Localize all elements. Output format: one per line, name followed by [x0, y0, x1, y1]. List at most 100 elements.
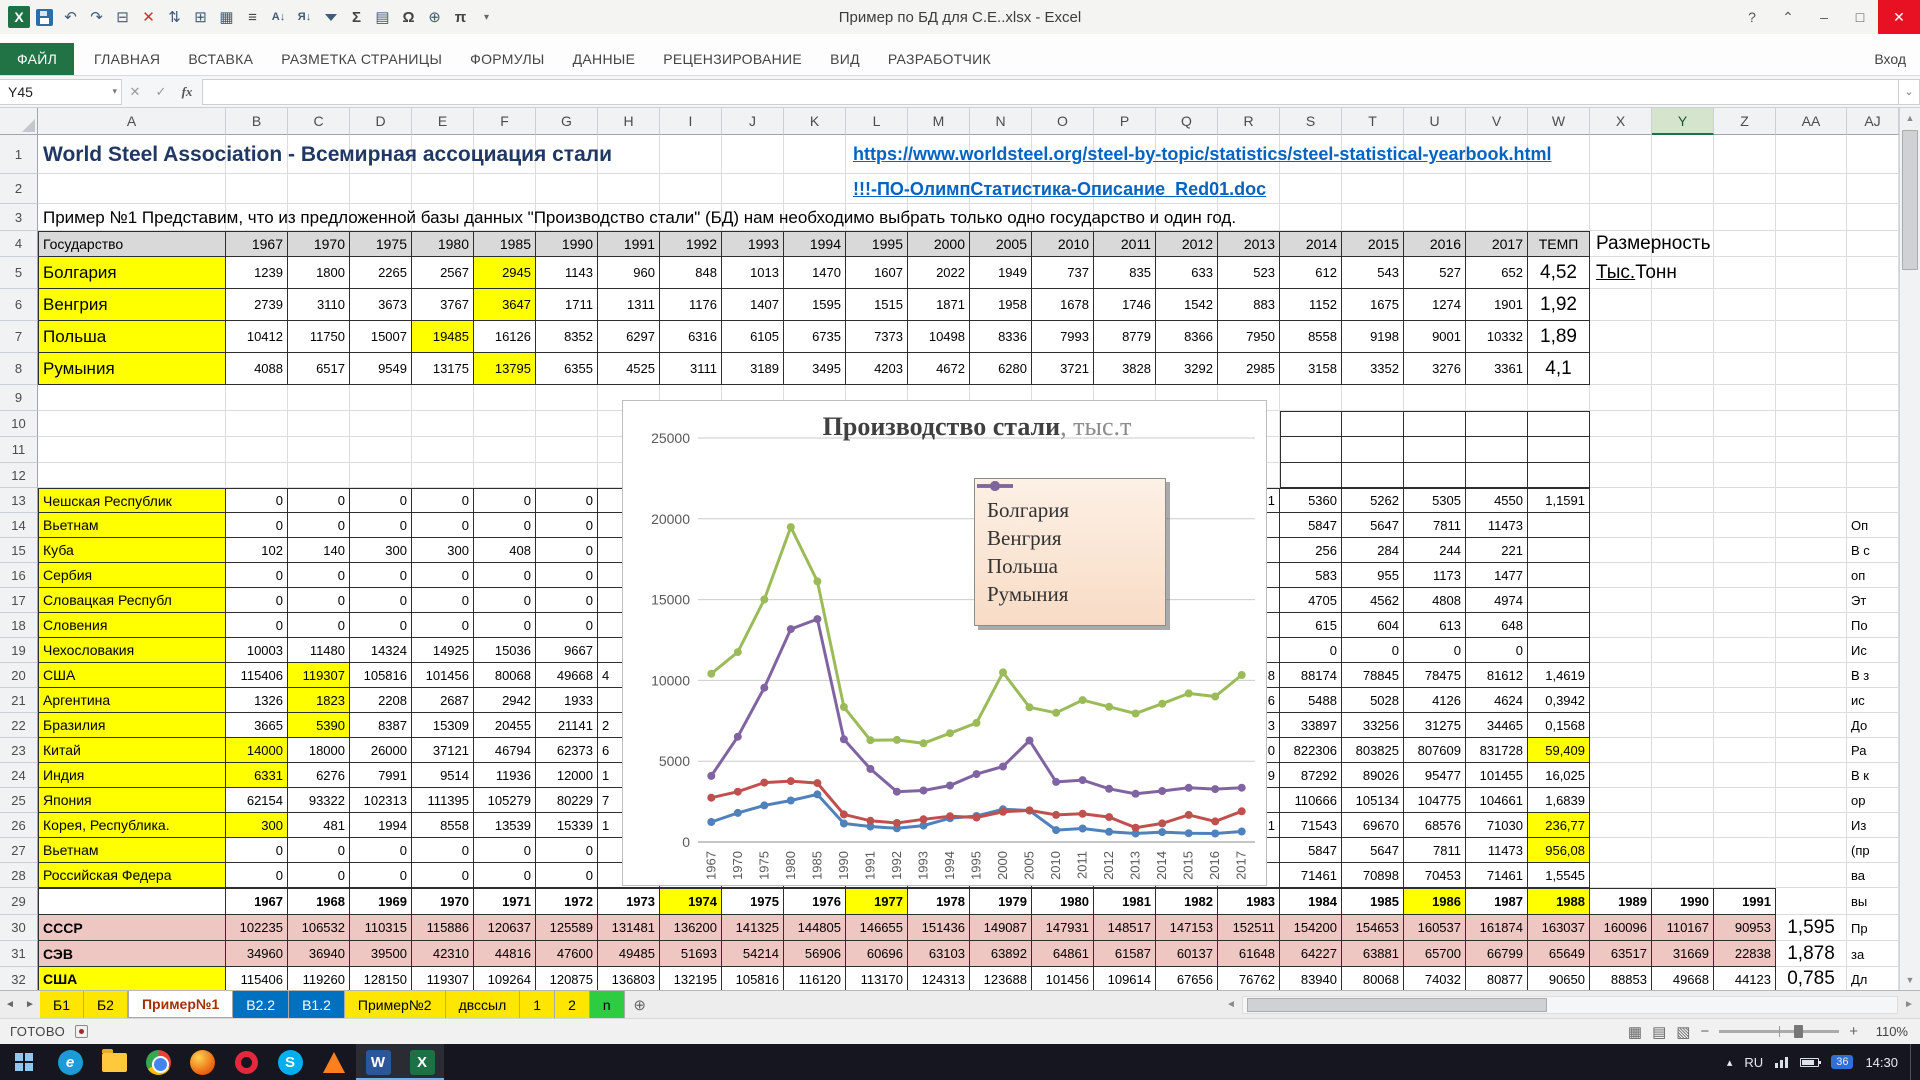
cell-R31[interactable]: 61648 [1218, 941, 1280, 967]
cell-A11[interactable] [38, 437, 226, 463]
cell-U4[interactable]: 2016 [1404, 231, 1466, 257]
cell-X21[interactable] [1590, 688, 1652, 713]
sign-in-button[interactable]: Вход [1874, 51, 1920, 75]
cell-B22[interactable]: 3665 [226, 713, 288, 738]
name-box-dropdown-icon[interactable]: ▾ [112, 86, 121, 97]
cell-V30[interactable]: 161874 [1466, 915, 1528, 941]
delete-cells-icon[interactable]: ✕ [137, 5, 160, 29]
cell-S25[interactable]: 110666 [1280, 788, 1342, 813]
cell-U27[interactable]: 7811 [1404, 838, 1466, 863]
sheet-tab-Б1[interactable]: Б1 [40, 991, 84, 1018]
cell-O32[interactable]: 101456 [1032, 967, 1094, 990]
cell-X22[interactable] [1590, 713, 1652, 738]
sheet-tab-Пример№2[interactable]: Пример№2 [345, 991, 446, 1018]
cell-U31[interactable]: 65700 [1404, 941, 1466, 967]
cell-X13[interactable] [1590, 488, 1652, 513]
cell-T11[interactable] [1342, 437, 1404, 463]
cell-D11[interactable] [350, 437, 412, 463]
cell-W16[interactable] [1528, 563, 1590, 588]
cell-Z16[interactable] [1714, 563, 1776, 588]
cell-X19[interactable] [1590, 638, 1652, 663]
column-header-X[interactable]: X [1590, 108, 1652, 135]
cell-Y29[interactable]: 1990 [1652, 888, 1714, 915]
cell-Y32[interactable]: 49668 [1652, 967, 1714, 990]
cell-AA19[interactable] [1776, 638, 1847, 663]
cell-Y26[interactable] [1652, 813, 1714, 838]
cell-Z28[interactable] [1714, 863, 1776, 888]
cell-Y13[interactable] [1652, 488, 1714, 513]
align-list-icon[interactable]: ≡ [241, 5, 264, 29]
cell-D13[interactable]: 0 [350, 488, 412, 513]
cell-X27[interactable] [1590, 838, 1652, 863]
cell-AA20[interactable] [1776, 663, 1847, 688]
cell-A17[interactable]: Словацкая Республ [38, 588, 226, 613]
cell-Y7[interactable] [1652, 321, 1714, 353]
cell-T4[interactable]: 2015 [1342, 231, 1404, 257]
page-break-view-icon[interactable]: ▧ [1676, 1023, 1690, 1041]
cell-B13[interactable]: 0 [226, 488, 288, 513]
cell-V14[interactable]: 11473 [1466, 513, 1528, 538]
cell-F18[interactable]: 0 [474, 613, 536, 638]
cell-Z27[interactable] [1714, 838, 1776, 863]
taskbar-chrome-icon[interactable] [136, 1044, 180, 1080]
cell-D5[interactable]: 2265 [350, 257, 412, 289]
cell-A16[interactable]: Сербия [38, 563, 226, 588]
insert-function-icon[interactable]: fx [174, 79, 200, 105]
cell-C26[interactable]: 481 [288, 813, 350, 838]
cell-Z5[interactable] [1714, 257, 1776, 289]
cell-C5[interactable]: 1800 [288, 257, 350, 289]
cell-AA23[interactable] [1776, 738, 1847, 763]
cell-X15[interactable] [1590, 538, 1652, 563]
cell-A13[interactable]: Чешская Республик [38, 488, 226, 513]
scroll-right-icon[interactable]: ► [1898, 999, 1920, 1010]
cell-AJ3[interactable] [1847, 204, 1899, 231]
cell-C4[interactable]: 1970 [288, 231, 350, 257]
cell-F2[interactable] [474, 174, 536, 204]
cell-C15[interactable]: 140 [288, 538, 350, 563]
column-header-S[interactable]: S [1280, 108, 1342, 135]
cell-Y14[interactable] [1652, 513, 1714, 538]
cell-AA4[interactable] [1776, 231, 1847, 257]
cell-B11[interactable] [226, 437, 288, 463]
cell-AA16[interactable] [1776, 563, 1847, 588]
cell-T20[interactable]: 78845 [1342, 663, 1404, 688]
cell-C25[interactable]: 93322 [288, 788, 350, 813]
cell-X12[interactable] [1590, 463, 1652, 488]
cell-U20[interactable]: 78475 [1404, 663, 1466, 688]
cell-Z19[interactable] [1714, 638, 1776, 663]
cell-V29[interactable]: 1987 [1466, 888, 1528, 915]
cell-X11[interactable] [1590, 437, 1652, 463]
cell-E27[interactable]: 0 [412, 838, 474, 863]
cell-V25[interactable]: 104661 [1466, 788, 1528, 813]
cell-AA3[interactable] [1776, 204, 1847, 231]
insert-cells-icon[interactable]: ⊞ [189, 5, 212, 29]
cell-S3[interactable] [1280, 204, 1342, 231]
sort-ascending-icon[interactable]: А↓ [267, 5, 290, 29]
cell-B10[interactable] [226, 411, 288, 437]
enter-icon[interactable]: ✓ [148, 79, 174, 105]
cell-AJ9[interactable] [1847, 385, 1899, 411]
cell-E9[interactable] [412, 385, 474, 411]
cell-AJ10[interactable] [1847, 411, 1899, 437]
cell-AA24[interactable] [1776, 763, 1847, 788]
cell-G32[interactable]: 120875 [536, 967, 598, 990]
row-header-27[interactable]: 27 [0, 838, 38, 863]
row-header-18[interactable]: 18 [0, 613, 38, 638]
cell-C18[interactable]: 0 [288, 613, 350, 638]
cell-V3[interactable] [1466, 204, 1528, 231]
cell-T15[interactable]: 284 [1342, 538, 1404, 563]
cell-E16[interactable]: 0 [412, 563, 474, 588]
cell-O7[interactable]: 7993 [1032, 321, 1094, 353]
cell-Y17[interactable] [1652, 588, 1714, 613]
cell-G12[interactable] [536, 463, 598, 488]
cell-Z18[interactable] [1714, 613, 1776, 638]
ribbon-tab-8[interactable]: РАЗРАБОТЧИК [874, 43, 1005, 75]
cell-H8[interactable]: 4525 [598, 353, 660, 385]
cell-S17[interactable]: 4705 [1280, 588, 1342, 613]
cell-U15[interactable]: 244 [1404, 538, 1466, 563]
horizontal-scrollbar[interactable]: ◄► [1220, 991, 1920, 1018]
cell-B9[interactable] [226, 385, 288, 411]
cell-Y28[interactable] [1652, 863, 1714, 888]
cell-Y11[interactable] [1652, 437, 1714, 463]
cell-X9[interactable] [1590, 385, 1652, 411]
